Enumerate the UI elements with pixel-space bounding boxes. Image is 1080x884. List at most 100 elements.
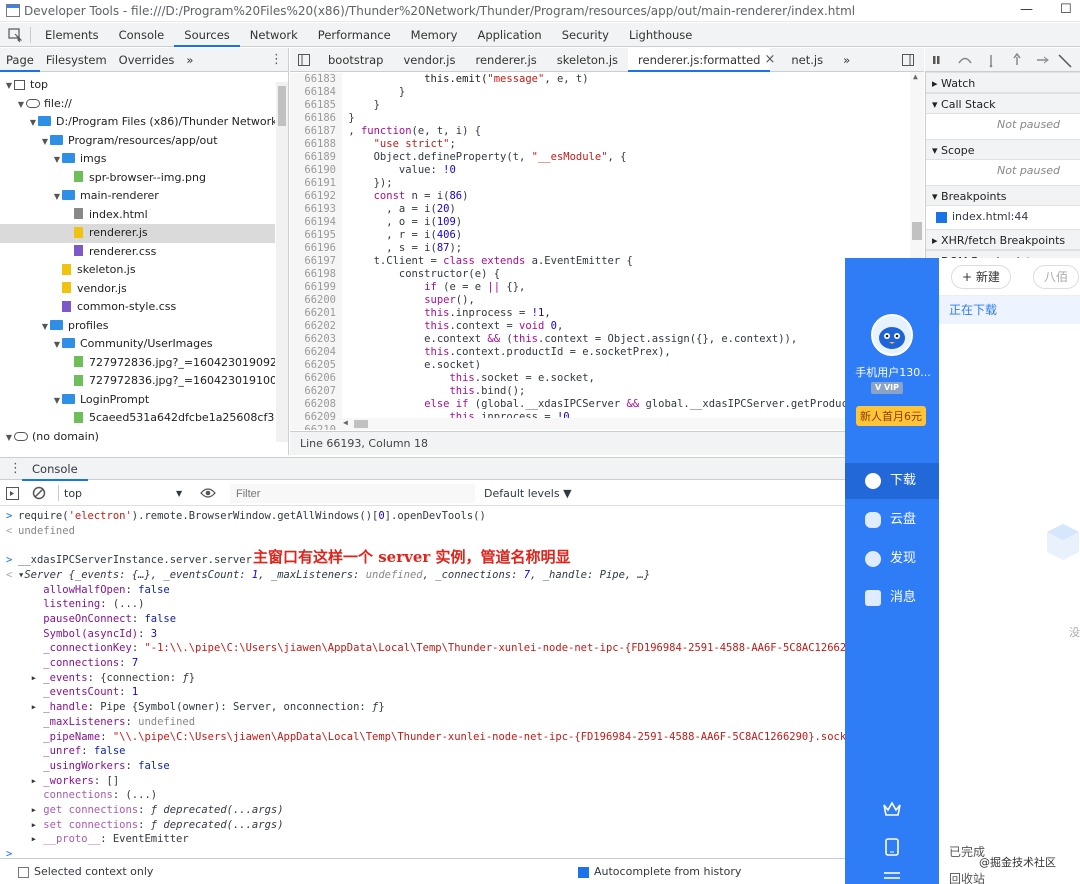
autocomplete-checkbox[interactable] xyxy=(578,866,589,878)
code-line[interactable]: 66186 } xyxy=(290,112,355,125)
tree-item[interactable]: spr-browser--img.png xyxy=(0,169,275,188)
tree-item[interactable]: common-style.css xyxy=(0,298,275,317)
tree-item[interactable]: renderer.css xyxy=(0,243,275,262)
sidebar-toggle-icon[interactable] xyxy=(6,487,19,500)
avatar[interactable] xyxy=(871,314,913,356)
nav-cloud-drive[interactable]: 云盘 xyxy=(845,502,939,538)
expand-triangle-icon[interactable]: ▼ xyxy=(52,151,62,169)
tab-overrides[interactable]: Overrides xyxy=(113,48,181,72)
code-line[interactable]: 66191 }); xyxy=(290,177,393,190)
tab-network[interactable]: Network xyxy=(240,23,308,47)
close-tab-icon[interactable]: × xyxy=(764,48,781,72)
tree-item[interactable]: 727972836.jpg?_=1604230191000 xyxy=(0,372,275,391)
console-line[interactable]: ▸ __proto__: EventEmitter xyxy=(0,832,845,847)
console-line[interactable]: _connections: 7 xyxy=(0,656,845,671)
console-line[interactable]: ▸ _handle: Pipe {Symbol(owner): Server, … xyxy=(0,700,845,715)
line-number[interactable]: 66209 xyxy=(290,411,342,424)
pane-xhr-breakpoints[interactable]: ▸ XHR/fetch Breakpoints xyxy=(926,229,1080,250)
line-number[interactable]: 66208 xyxy=(290,398,342,411)
line-number[interactable]: 66205 xyxy=(290,359,342,372)
crown-icon[interactable] xyxy=(882,801,902,817)
code-line[interactable]: 66198 constructor(e) { xyxy=(290,268,500,281)
code-line[interactable]: 66204 this.context.productId = e.socketP… xyxy=(290,346,671,359)
line-number[interactable]: 66199 xyxy=(290,281,342,294)
log-levels-dropdown[interactable]: Default levels ▼ xyxy=(484,481,572,506)
line-number[interactable]: 66186 xyxy=(290,112,342,125)
expand-triangle-icon[interactable]: ▼ xyxy=(4,429,14,447)
tab-console-drawer[interactable]: Console xyxy=(22,458,88,481)
code-line[interactable]: 66187 , function(e, t, i) { xyxy=(290,125,481,138)
tree-item[interactable]: ▼ top xyxy=(0,76,275,95)
live-expression-eye-icon[interactable] xyxy=(200,487,216,499)
expand-triangle-icon[interactable]: ▼ xyxy=(40,318,50,336)
tree-item[interactable]: ▼ D:/Program Files (x86)/Thunder Network/… xyxy=(0,113,275,132)
autocomplete-from-history[interactable]: Autocomplete from history xyxy=(578,865,741,878)
maximize-button[interactable]: ☐ xyxy=(1060,2,1072,17)
nav-messages[interactable]: 消息 xyxy=(845,580,939,616)
code-line[interactable]: 66201 this.inprocess = !1, xyxy=(290,307,551,320)
editor-tab[interactable]: vendor.js xyxy=(393,48,465,72)
tree-item[interactable]: ▼ (no domain) xyxy=(0,428,275,447)
context-selector[interactable]: top ▼ xyxy=(64,481,188,506)
line-number[interactable]: 66190 xyxy=(290,164,342,177)
scroll-up-icon[interactable]: ▲ xyxy=(913,72,918,81)
user-name[interactable]: 手机用户130... xyxy=(849,364,937,380)
menu-icon[interactable] xyxy=(884,872,900,882)
console-line[interactable]: connections: (...) xyxy=(0,788,845,803)
recycle-tab[interactable]: 回收站 xyxy=(949,870,985,884)
editor-tab[interactable]: renderer.js xyxy=(466,48,547,72)
line-number[interactable]: 66207 xyxy=(290,385,342,398)
breakpoint-item[interactable]: index.html:44 xyxy=(936,210,1028,223)
tab-security[interactable]: Security xyxy=(552,23,619,47)
editor-tab[interactable]: » xyxy=(833,48,860,72)
pane-watch[interactable]: ▸ Watch xyxy=(926,72,1080,93)
line-number[interactable]: 66204 xyxy=(290,346,342,359)
code-line[interactable]: 66199 if (e = e || {}, xyxy=(290,281,525,294)
line-number[interactable]: 66206 xyxy=(290,372,342,385)
code-line[interactable]: 66207 this.bind(); xyxy=(290,385,525,398)
code-line[interactable]: 66197 t.Client = class extends a.EventEm… xyxy=(290,255,633,268)
tree-item[interactable]: ▼ main-renderer xyxy=(0,187,275,206)
debugger-controls[interactable] xyxy=(925,48,1075,72)
scroll-left-icon[interactable]: ◀ xyxy=(343,418,348,427)
console-line[interactable]: > require('electron').remote.BrowserWindo… xyxy=(0,509,845,524)
console-filter-input[interactable] xyxy=(230,484,475,503)
code-line[interactable]: 66189 Object.defineProperty(t, "__esModu… xyxy=(290,151,626,164)
expand-triangle-icon[interactable]: ▼ xyxy=(52,336,62,354)
editor-tab[interactable]: skeleton.js xyxy=(547,48,628,72)
editor-tab[interactable]: bootstrap xyxy=(318,48,393,72)
console-line[interactable]: < ▾Server {_events: {…}, _eventsCount: 1,… xyxy=(0,568,845,583)
expand-triangle-icon[interactable]: ▼ xyxy=(4,77,14,95)
tab-performance[interactable]: Performance xyxy=(308,23,401,47)
console-line[interactable]: > xyxy=(0,847,845,858)
editor-tab[interactable]: renderer.js:formatted xyxy=(628,47,771,72)
code-line[interactable]: 66202 this.context = void 0, xyxy=(290,320,563,333)
line-number[interactable]: 66202 xyxy=(290,320,342,333)
inspect-element-icon[interactable] xyxy=(0,27,26,42)
console-line[interactable]: _pipeName: "\\.\pipe\C:\Users\jiawen\App… xyxy=(0,730,845,745)
code-line[interactable]: 66184 } xyxy=(290,86,405,99)
tree-item[interactable]: ▼ profiles xyxy=(0,317,275,336)
console-line[interactable]: _usingWorkers: false xyxy=(0,759,845,774)
tab-more[interactable]: » xyxy=(180,48,199,72)
editor-horizontal-scrollbar[interactable]: ◀ xyxy=(342,418,910,430)
console-line[interactable]: _maxListeners: undefined xyxy=(0,715,845,730)
tree-item[interactable]: vendor.js xyxy=(0,280,275,299)
console-line[interactable]: _unref: false xyxy=(0,744,845,759)
line-number[interactable]: 66184 xyxy=(290,86,342,99)
console-line[interactable]: < undefined xyxy=(0,524,845,539)
console-line[interactable]: allowHalfOpen: false xyxy=(0,583,845,598)
code-line[interactable]: 66185 } xyxy=(290,99,380,112)
line-number[interactable]: 66187 xyxy=(290,125,342,138)
code-line[interactable]: 66210 xyxy=(290,424,348,430)
tree-item[interactable]: 727972836.jpg?_=1604230190926 xyxy=(0,354,275,373)
pane-call-stack[interactable]: ▾ Call Stack xyxy=(926,93,1080,114)
tree-item[interactable]: ▼ Program/resources/app/out xyxy=(0,132,275,151)
code-line[interactable]: 66203 e.context && (this.context = Objec… xyxy=(290,333,797,346)
tab-filesystem[interactable]: Filesystem xyxy=(40,48,113,72)
tab-lighthouse[interactable]: Lighthouse xyxy=(619,23,702,47)
code-line[interactable]: 66195 , r = i(406) xyxy=(290,229,462,242)
code-line[interactable]: 66194 , o = i(109) xyxy=(290,216,462,229)
drawer-menu-icon[interactable]: ⋮ xyxy=(9,461,22,476)
line-number[interactable]: 66189 xyxy=(290,151,342,164)
